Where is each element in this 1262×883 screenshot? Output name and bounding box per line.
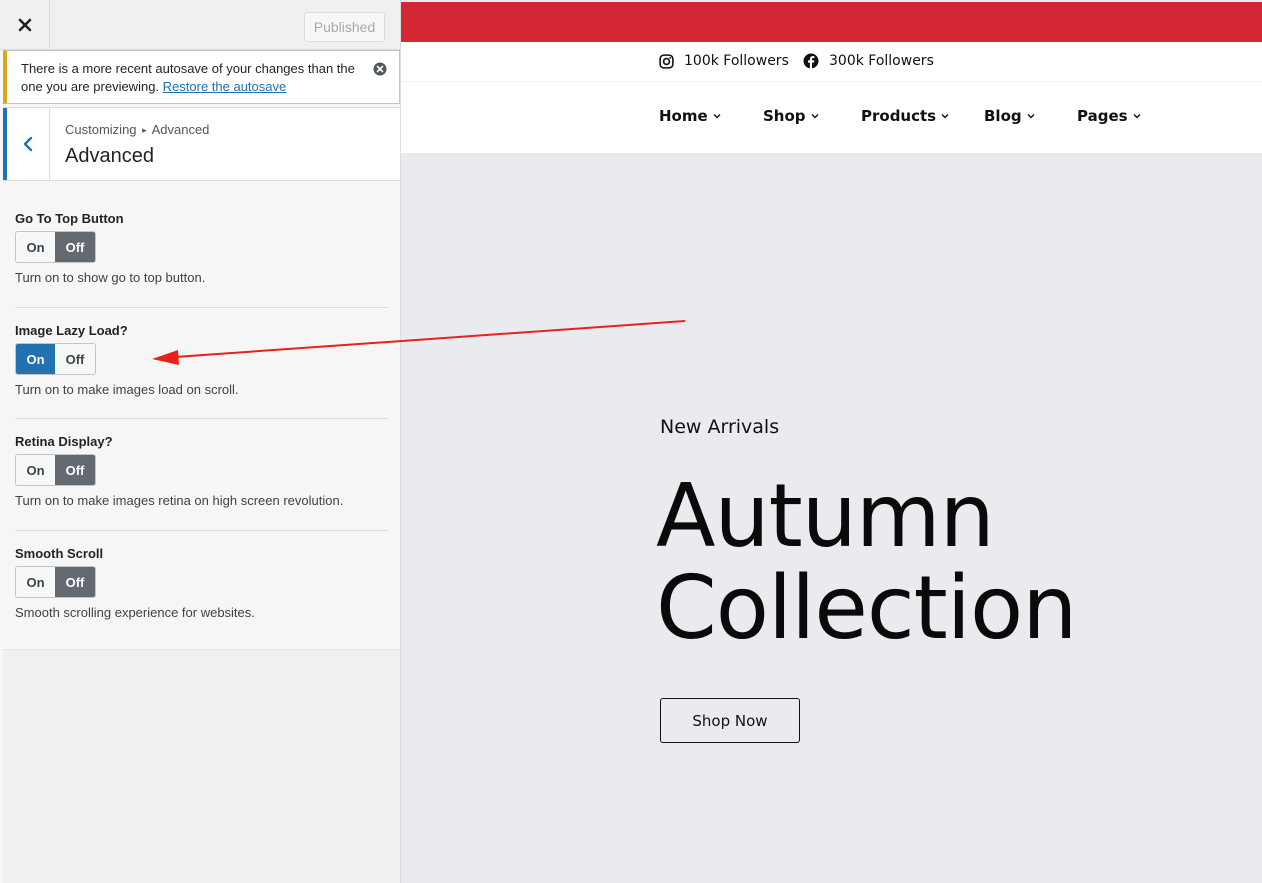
top-bar	[401, 2, 1262, 42]
breadcrumb-separator: ▸	[142, 125, 147, 135]
divider	[15, 307, 388, 308]
sidebar-empty-area	[3, 649, 400, 883]
go-to-top-control: Go To Top Button On Off Turn on to show …	[15, 211, 388, 285]
hero-kicker: New Arrivals	[660, 416, 780, 438]
toggle-on-button[interactable]: On	[16, 344, 56, 374]
dismiss-icon[interactable]	[373, 62, 387, 76]
nav-item-label: Pages	[1077, 107, 1128, 125]
toggle-off-button[interactable]: Off	[55, 455, 95, 485]
shop-now-button[interactable]: Shop Now	[660, 698, 800, 743]
back-button[interactable]	[3, 108, 50, 180]
hero-title: Autumn Collection	[656, 465, 1077, 659]
instagram-followers-text: 100k Followers	[684, 53, 789, 69]
facebook-followers-text: 300k Followers	[829, 53, 934, 69]
facebook-icon	[803, 53, 819, 69]
smooth-scroll-control: Smooth Scroll On Off Smooth scrolling ex…	[15, 546, 388, 620]
restore-autosave-link[interactable]: Restore the autosave	[163, 79, 287, 94]
social-bar: 100k Followers 300k Followers	[401, 42, 1262, 82]
customizer-header: Published	[0, 0, 400, 50]
toggle-on-button[interactable]: On	[16, 455, 56, 485]
nav-item-label: Blog	[984, 107, 1022, 125]
divider	[15, 418, 388, 419]
nav-item-shop[interactable]: Shop	[763, 107, 819, 125]
control-label: Retina Display?	[15, 434, 113, 449]
main-navigation: Home Shop Products Blog Pages	[401, 82, 1262, 153]
close-icon	[18, 18, 31, 32]
control-description: Smooth scrolling experience for websites…	[15, 605, 255, 620]
retina-display-toggle[interactable]: On Off	[15, 454, 96, 486]
retina-display-control: Retina Display? On Off Turn on to make i…	[15, 434, 388, 508]
nav-item-blog[interactable]: Blog	[984, 107, 1035, 125]
toggle-on-button[interactable]: On	[16, 232, 56, 262]
section-title-bar: Customizing ▸ Advanced Advanced	[3, 107, 400, 181]
hero-title-line-2: Collection	[656, 557, 1077, 659]
smooth-scroll-toggle[interactable]: On Off	[15, 566, 96, 598]
control-label: Image Lazy Load?	[15, 323, 128, 338]
toggle-off-button[interactable]: Off	[55, 232, 95, 262]
image-lazy-load-control: Image Lazy Load? On Off Turn on to make …	[15, 323, 388, 397]
nav-item-label: Home	[659, 107, 708, 125]
chevron-down-icon	[1133, 114, 1141, 119]
facebook-followers[interactable]: 300k Followers	[803, 53, 934, 69]
breadcrumb-root: Customizing	[65, 122, 137, 137]
toggle-off-button[interactable]: Off	[55, 344, 95, 374]
instagram-followers[interactable]: 100k Followers	[659, 53, 789, 69]
control-description: Turn on to make images load on scroll.	[15, 382, 239, 397]
close-customizer-button[interactable]	[0, 0, 50, 50]
nav-item-pages[interactable]: Pages	[1077, 107, 1141, 125]
customizer-sidebar: Published There is a more recent autosav…	[0, 0, 401, 883]
toggle-off-button[interactable]: Off	[55, 567, 95, 597]
chevron-down-icon	[1027, 114, 1035, 119]
go-to-top-toggle[interactable]: On Off	[15, 231, 96, 263]
breadcrumb: Customizing ▸ Advanced	[65, 122, 209, 137]
image-lazy-load-toggle[interactable]: On Off	[15, 343, 96, 375]
hero-title-line-1: Autumn	[656, 465, 995, 567]
instagram-icon	[659, 53, 674, 69]
chevron-left-icon	[23, 136, 33, 152]
control-label: Go To Top Button	[15, 211, 124, 226]
control-description: Turn on to make images retina on high sc…	[15, 493, 344, 508]
published-button[interactable]: Published	[304, 12, 385, 42]
chevron-down-icon	[941, 114, 949, 119]
nav-item-label: Shop	[763, 107, 806, 125]
divider	[15, 530, 388, 531]
control-label: Smooth Scroll	[15, 546, 104, 561]
toggle-on-button[interactable]: On	[16, 567, 56, 597]
site-preview: 100k Followers 300k Followers Home Shop …	[401, 0, 1262, 883]
section-heading: Advanced	[65, 145, 154, 167]
autosave-notice: There is a more recent autosave of your …	[3, 50, 400, 104]
chevron-down-icon	[811, 114, 819, 119]
nav-item-home[interactable]: Home	[659, 107, 721, 125]
breadcrumb-current: Advanced	[151, 122, 210, 137]
nav-item-products[interactable]: Products	[861, 107, 949, 125]
nav-item-label: Products	[861, 107, 937, 125]
control-description: Turn on to show go to top button.	[15, 270, 206, 285]
chevron-down-icon	[713, 114, 721, 119]
